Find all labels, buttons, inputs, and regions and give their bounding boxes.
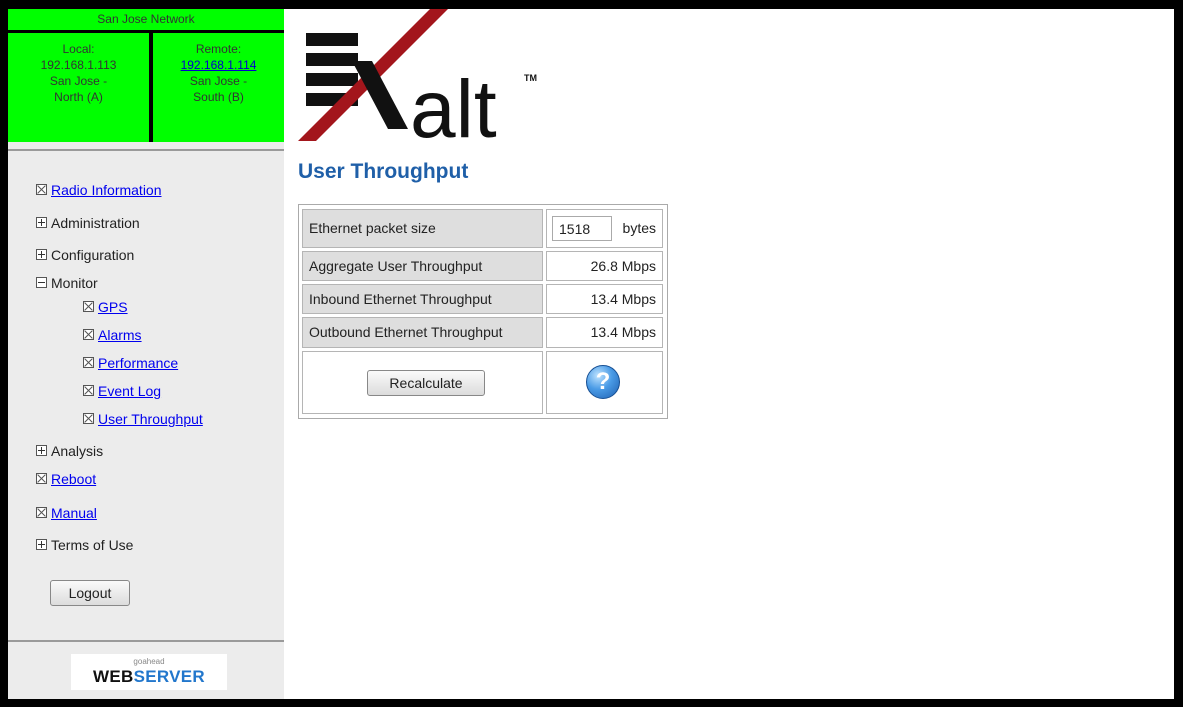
network-title: San Jose Network — [8, 9, 284, 30]
inbound-throughput-label: Inbound Ethernet Throughput — [302, 284, 543, 314]
local-site-line2: North (A) — [54, 90, 103, 104]
page-title: User Throughput — [298, 160, 469, 183]
network-panel: San Jose Network Local: 192.168.1.113 Sa… — [8, 9, 284, 142]
collapse-icon[interactable] — [36, 277, 47, 288]
expand-icon[interactable] — [36, 217, 47, 228]
logo-bar-top — [306, 33, 358, 46]
nav-link-performance[interactable]: Performance — [98, 355, 178, 371]
nav-item-alarms[interactable]: Alarms — [83, 327, 142, 343]
aggregate-throughput-value: 26.8 Mbps — [546, 251, 663, 281]
logo-web-text: WEB — [93, 667, 134, 686]
nav-item-configuration[interactable]: Configuration — [36, 247, 134, 263]
packet-size-label: Ethernet packet size — [302, 209, 543, 248]
nav-link-radio-information[interactable]: Radio Information — [51, 182, 162, 198]
page-icon — [83, 357, 94, 368]
nav-label-configuration[interactable]: Configuration — [51, 247, 134, 263]
inbound-throughput-value: 13.4 Mbps — [546, 284, 663, 314]
logo-text: alt — [410, 64, 497, 144]
nav-item-administration[interactable]: Administration — [36, 215, 140, 231]
nav-item-user-throughput[interactable]: User Throughput — [83, 411, 203, 427]
help-cell: ? — [546, 351, 663, 414]
local-ip: 192.168.1.113 — [40, 58, 117, 72]
logout-button[interactable]: Logout — [50, 580, 130, 606]
page-icon — [83, 329, 94, 340]
nav-item-manual[interactable]: Manual — [36, 505, 97, 521]
nav-item-gps[interactable]: GPS — [83, 299, 128, 315]
packet-size-input[interactable] — [552, 216, 612, 241]
nav-item-analysis[interactable]: Analysis — [36, 443, 103, 459]
throughput-table: Ethernet packet size bytes Aggregate Use… — [298, 204, 668, 419]
page-icon — [83, 385, 94, 396]
outbound-throughput-value: 13.4 Mbps — [546, 317, 663, 348]
nav-link-reboot[interactable]: Reboot — [51, 471, 96, 487]
local-site-cell: Local: 192.168.1.113 San Jose - North (A… — [8, 33, 149, 142]
page-icon — [83, 413, 94, 424]
remote-site-line2: South (B) — [193, 90, 244, 104]
nav-item-radio-information[interactable]: Radio Information — [36, 182, 162, 198]
page-icon — [36, 507, 47, 518]
nav-label-terms-of-use[interactable]: Terms of Use — [51, 537, 133, 553]
browser-page: San Jose Network Local: 192.168.1.113 Sa… — [8, 9, 1174, 699]
page-icon — [36, 184, 47, 195]
packet-size-cell: bytes — [546, 209, 663, 248]
goahead-webserver-logo: goahead WEBSERVER — [71, 654, 227, 690]
nav-item-reboot[interactable]: Reboot — [36, 471, 96, 487]
page-icon — [83, 301, 94, 312]
left-pane: San Jose Network Local: 192.168.1.113 Sa… — [8, 9, 284, 699]
expand-icon[interactable] — [36, 445, 47, 456]
expand-icon[interactable] — [36, 539, 47, 550]
logo-bar-lower — [306, 73, 358, 86]
nav-label-administration[interactable]: Administration — [51, 215, 140, 231]
remote-heading: Remote: — [195, 42, 242, 56]
nav-link-gps[interactable]: GPS — [98, 299, 128, 315]
goahead-small-text: goahead — [133, 657, 165, 666]
nav-link-manual[interactable]: Manual — [51, 505, 97, 521]
local-site-line1: San Jose - — [49, 74, 108, 88]
expand-icon[interactable] — [36, 249, 47, 260]
nav-item-event-log[interactable]: Event Log — [83, 383, 161, 399]
nav-link-user-throughput[interactable]: User Throughput — [98, 411, 203, 427]
nav-item-monitor[interactable]: Monitor — [36, 275, 98, 291]
nav-item-terms-of-use[interactable]: Terms of Use — [36, 537, 133, 553]
exalt-logo: alt TM — [298, 9, 537, 144]
logo-bar-middle — [306, 53, 358, 66]
page-icon — [36, 473, 47, 484]
recalculate-button[interactable]: Recalculate — [367, 370, 485, 396]
nav-tree: Radio Information Administration Configu… — [8, 149, 284, 644]
local-heading: Local: — [62, 42, 95, 56]
nav-link-alarms[interactable]: Alarms — [98, 327, 142, 343]
nav-label-analysis[interactable]: Analysis — [51, 443, 103, 459]
remote-ip-link[interactable]: 192.168.1.114 — [181, 58, 257, 72]
packet-size-unit: bytes — [622, 220, 656, 236]
remote-site-cell: Remote: 192.168.1.114 San Jose - South (… — [153, 33, 284, 142]
outbound-throughput-label: Outbound Ethernet Throughput — [302, 317, 543, 348]
nav-label-monitor[interactable]: Monitor — [51, 275, 98, 291]
logo-server-text: SERVER — [133, 667, 205, 686]
aggregate-throughput-label: Aggregate User Throughput — [302, 251, 543, 281]
remote-site-line1: San Jose - — [189, 74, 248, 88]
footer-divider — [8, 640, 284, 642]
logo-tm: TM — [524, 73, 537, 83]
recalculate-cell: Recalculate — [302, 351, 543, 414]
nav-item-performance[interactable]: Performance — [83, 355, 178, 371]
help-icon[interactable]: ? — [586, 365, 620, 399]
nav-link-event-log[interactable]: Event Log — [98, 383, 161, 399]
